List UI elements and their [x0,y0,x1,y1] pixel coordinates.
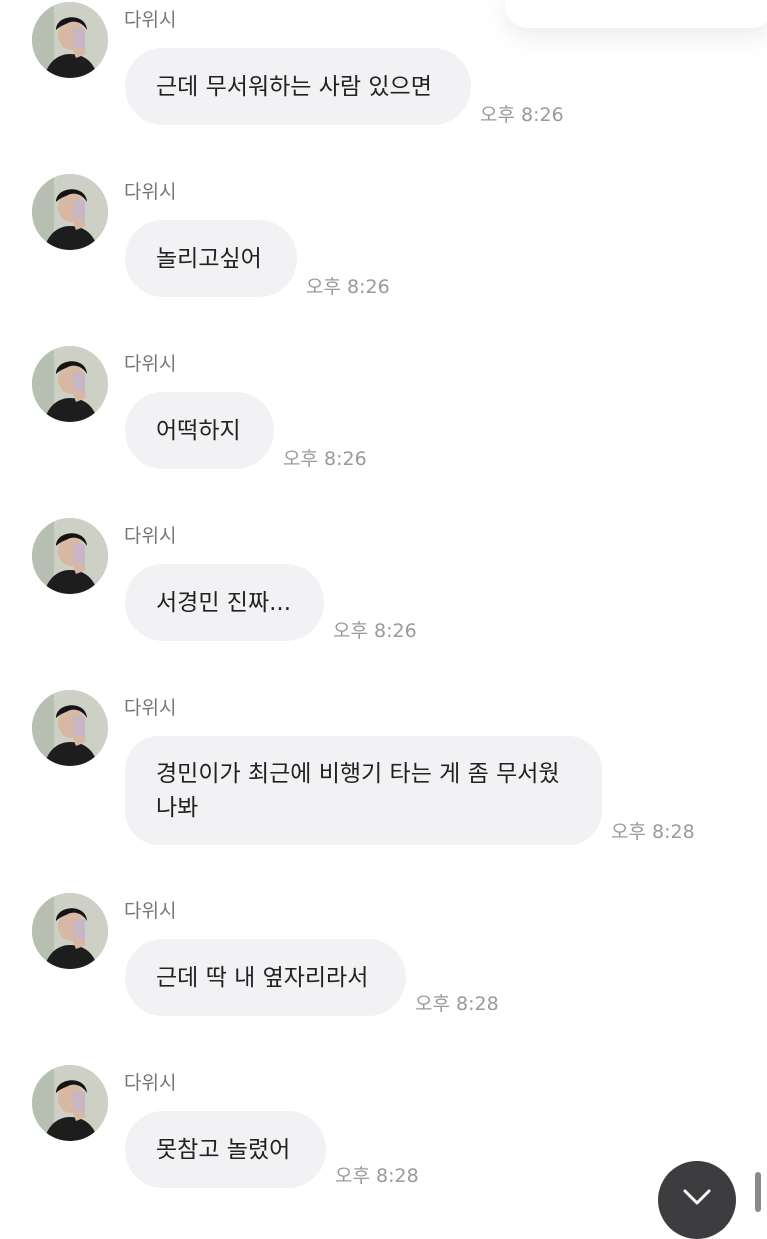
message-time: 오후 8:26 [480,104,564,126]
sender-name: 다위시 [124,697,177,719]
avatar[interactable] [32,690,108,766]
message-time: 오후 8:28 [335,1165,419,1187]
top-floating-panel-shadow [505,0,767,28]
sender-name: 다위시 [124,900,177,922]
sender-name: 다위시 [124,9,177,31]
sender-name: 다위시 [124,525,177,547]
avatar[interactable] [32,2,108,78]
message-bubble[interactable]: 놀리고싶어 [125,220,297,297]
sender-name: 다위시 [124,181,177,203]
avatar[interactable] [32,346,108,422]
avatar[interactable] [32,518,108,594]
avatar[interactable] [32,1065,108,1141]
sender-name: 다위시 [124,353,177,375]
avatar[interactable] [32,893,108,969]
message-bubble[interactable]: 근데 무서워하는 사람 있으면 [125,48,471,125]
message-bubble[interactable]: 못참고 놀렸어 [125,1111,326,1188]
message-time: 오후 8:26 [333,620,417,642]
message-bubble[interactable]: 근데 딱 내 옆자리라서 [125,939,406,1016]
chevron-down-icon [683,1189,711,1205]
message-bubble[interactable]: 경민이가 최근에 비행기 타는 게 좀 무서웠 나봐 [125,736,602,845]
avatar[interactable] [32,174,108,250]
message-time: 오후 8:28 [611,821,695,843]
message-bubble[interactable]: 어떡하지 [125,392,274,469]
message-time: 오후 8:28 [415,993,499,1015]
scrollbar[interactable] [755,1172,761,1212]
scroll-to-bottom-button[interactable] [658,1161,736,1239]
message-text-line: 나봐 [156,794,199,821]
message-time: 오후 8:26 [306,276,390,298]
message-text: 경민이가 최근에 비행기 타는 게 좀 무서웠 나봐 [156,757,560,825]
message-text-line: 경민이가 최근에 비행기 타는 게 좀 무서웠 [156,760,560,787]
sender-name: 다위시 [124,1072,177,1094]
message-bubble[interactable]: 서경민 진짜... [125,564,324,641]
message-time: 오후 8:26 [283,448,367,470]
